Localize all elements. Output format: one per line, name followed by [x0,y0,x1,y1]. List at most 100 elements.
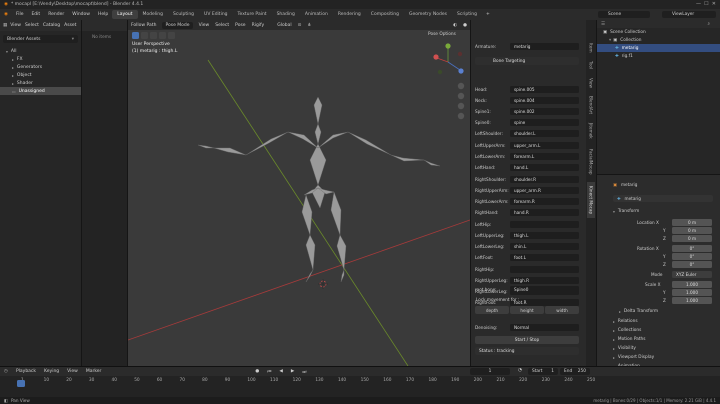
bone-field[interactable]: shin.L [510,242,579,250]
outliner-metarig[interactable]: ✚ metarig [597,44,720,52]
transform-section-header[interactable]: ▾ Transform [613,207,639,215]
bone-targeting-header[interactable]: Bone Targeting [475,57,579,65]
menu-help[interactable]: Help [98,12,108,17]
workspace-tab-rendering[interactable]: Rendering [333,10,366,19]
lock-depth-toggle[interactable]: depth [475,306,509,314]
tab-jitemek[interactable]: Jitemek [587,120,595,142]
menu-asset[interactable]: Asset [64,23,76,28]
collection-icon: ▣ [613,37,618,43]
rotation-y-field[interactable]: 0° [672,253,712,260]
denoising-dropdown[interactable]: Normal [510,323,579,331]
menu-window[interactable]: Window [72,12,90,17]
blender-menu-icon[interactable]: ◉ [4,12,8,17]
catalog-item-shader[interactable]: ▸ Shader [0,79,81,87]
workspace-tab-texture-paint[interactable]: Texture Paint [233,10,272,19]
bone-field[interactable]: spine.002 [510,107,579,115]
start-stop-button[interactable]: Start / Stop [475,336,579,344]
outliner-scene-collection[interactable]: ▣ Scene Collection [597,28,720,36]
outliner-editor-icon[interactable]: ☰ [601,22,605,27]
tab-tool[interactable]: Tool [587,58,595,72]
workspace-tab-sculpting[interactable]: Sculpting [168,10,199,19]
bone-field[interactable]: upper_arm.L [510,141,579,149]
scale-y-field[interactable]: 1.000 [672,289,712,296]
workspace-tab-geometry-nodes[interactable]: Geometry Nodes [404,10,452,19]
location-x-field[interactable]: 0 m [672,219,712,226]
bone-field[interactable]: thigh.R [510,276,579,284]
bone-field[interactable] [510,265,579,273]
menu-catalog[interactable]: Catalog [43,23,60,28]
viewlayer-selector[interactable]: ViewLayer [662,11,716,18]
bone-field[interactable]: shoulder.L [510,129,579,137]
motion-paths-section[interactable]: ▸ Motion Paths [613,335,646,343]
menu-render[interactable]: Render [48,12,64,17]
window-controls[interactable]: — ☐ ✕ [696,1,716,7]
workspace-tab-compositing[interactable]: Compositing [366,10,404,19]
editor-type-icon[interactable]: ▦ [3,23,7,28]
bone-field[interactable] [510,220,579,228]
catalog-item-generators[interactable]: ▸ Generators [0,63,81,71]
collection-icon: ▣ [603,29,608,35]
menu-select[interactable]: Select [25,23,39,28]
3d-viewport[interactable]: Follow Path Pose Mode View Select Pose R… [128,20,470,366]
bone-field[interactable]: foot.R [510,298,579,306]
bone-field[interactable]: Spine0 [510,285,579,293]
outliner-collection[interactable]: ▾ ▣ Collection [597,36,720,44]
bone-field[interactable]: shoulder.R [510,175,579,183]
catalog-item-all[interactable]: ▾ All [0,47,81,55]
bone-field[interactable]: forearm.L [510,152,579,160]
tab-facialmocap[interactable]: FacialMocap [587,146,595,178]
bone-field[interactable]: hand.R [510,208,579,216]
rotation-x-field[interactable]: 0° [672,245,712,252]
lock-width-toggle[interactable]: width [545,306,579,314]
menu-file[interactable]: File [16,12,24,17]
workspace-tab-animation[interactable]: Animation [300,10,333,19]
workspace-tab-scripting[interactable]: Scripting [452,10,482,19]
menu-view[interactable]: View [10,23,21,28]
catalog-item-object[interactable]: ▸ Object [0,71,81,79]
collections-section[interactable]: ▸ Collections [613,326,641,334]
scale-z-field[interactable]: 1.000 [672,297,712,304]
tab-kinect-mocap[interactable]: Kinect Mocap [587,182,595,218]
location-z-field[interactable]: 0 m [672,235,712,242]
workspace-tab-shading[interactable]: Shading [272,10,300,19]
outliner-rig-f1[interactable]: ✚ rig.f1 [597,52,720,60]
tab-item[interactable]: Item [587,42,595,54]
bone-field[interactable]: forearm.R [510,197,579,205]
workspace-tab-uv-editing[interactable]: UV Editing [199,10,232,19]
menu-edit[interactable]: Edit [31,12,40,17]
bone-field[interactable]: thigh.L [510,231,579,239]
bone-field[interactable]: spine.005 [510,85,579,93]
bone-field[interactable]: foot.L [510,253,579,261]
tab-blendart[interactable]: BlendArt [587,94,595,116]
bone-field[interactable]: spine [510,118,579,126]
rotation-z-field[interactable]: 0° [672,261,712,268]
location-y-field[interactable]: 0 m [672,227,712,234]
asset-library-dropdown[interactable]: Blender Assets ▾ [3,35,78,43]
search-icon[interactable]: ⌕ [707,21,710,27]
scene-selector[interactable]: Scene [598,11,650,18]
bone-field[interactable]: spine.004 [510,96,579,104]
tab-view[interactable]: View [587,76,595,90]
catalog-item-unassigned[interactable]: ▭ Unassigned [0,87,81,95]
rotation-mode-dropdown[interactable]: XYZ Euler [672,271,712,278]
lock-height-toggle[interactable]: height [510,306,544,314]
bone-field[interactable]: hand.L [510,163,579,171]
bone-neck [314,123,322,145]
bone-field[interactable]: upper_arm.R [510,186,579,194]
catalog-item-fx[interactable]: ▸ FX [0,55,81,63]
add-workspace-button[interactable]: + [486,12,490,17]
delta-transform-section[interactable]: ▸ Delta Transform [619,307,658,315]
visibility-section[interactable]: ▸ Visibility [613,344,636,352]
top-menu-bar: ◉ File Edit Render Window Help Layout Mo… [0,9,720,20]
playhead[interactable] [17,380,25,387]
data-name-field[interactable]: ✚ metarig [613,195,713,202]
object-name[interactable]: metarig [621,182,637,187]
viewport-display-section[interactable]: ▸ Viewport Display [613,353,654,361]
workspace-tab-modeling[interactable]: Modeling [138,10,168,19]
relations-section[interactable]: ▸ Relations [613,317,638,325]
mocap-sidebar-panel: Armature: metarig Bone Targeting Head: sp… [470,20,586,366]
timeline-ruler[interactable]: 1102030405060708090100110120130140150160… [0,367,720,397]
armature-field[interactable]: metarig [510,42,579,50]
scale-x-field[interactable]: 1.000 [672,281,712,288]
workspace-tab-layout[interactable]: Layout [112,10,138,19]
